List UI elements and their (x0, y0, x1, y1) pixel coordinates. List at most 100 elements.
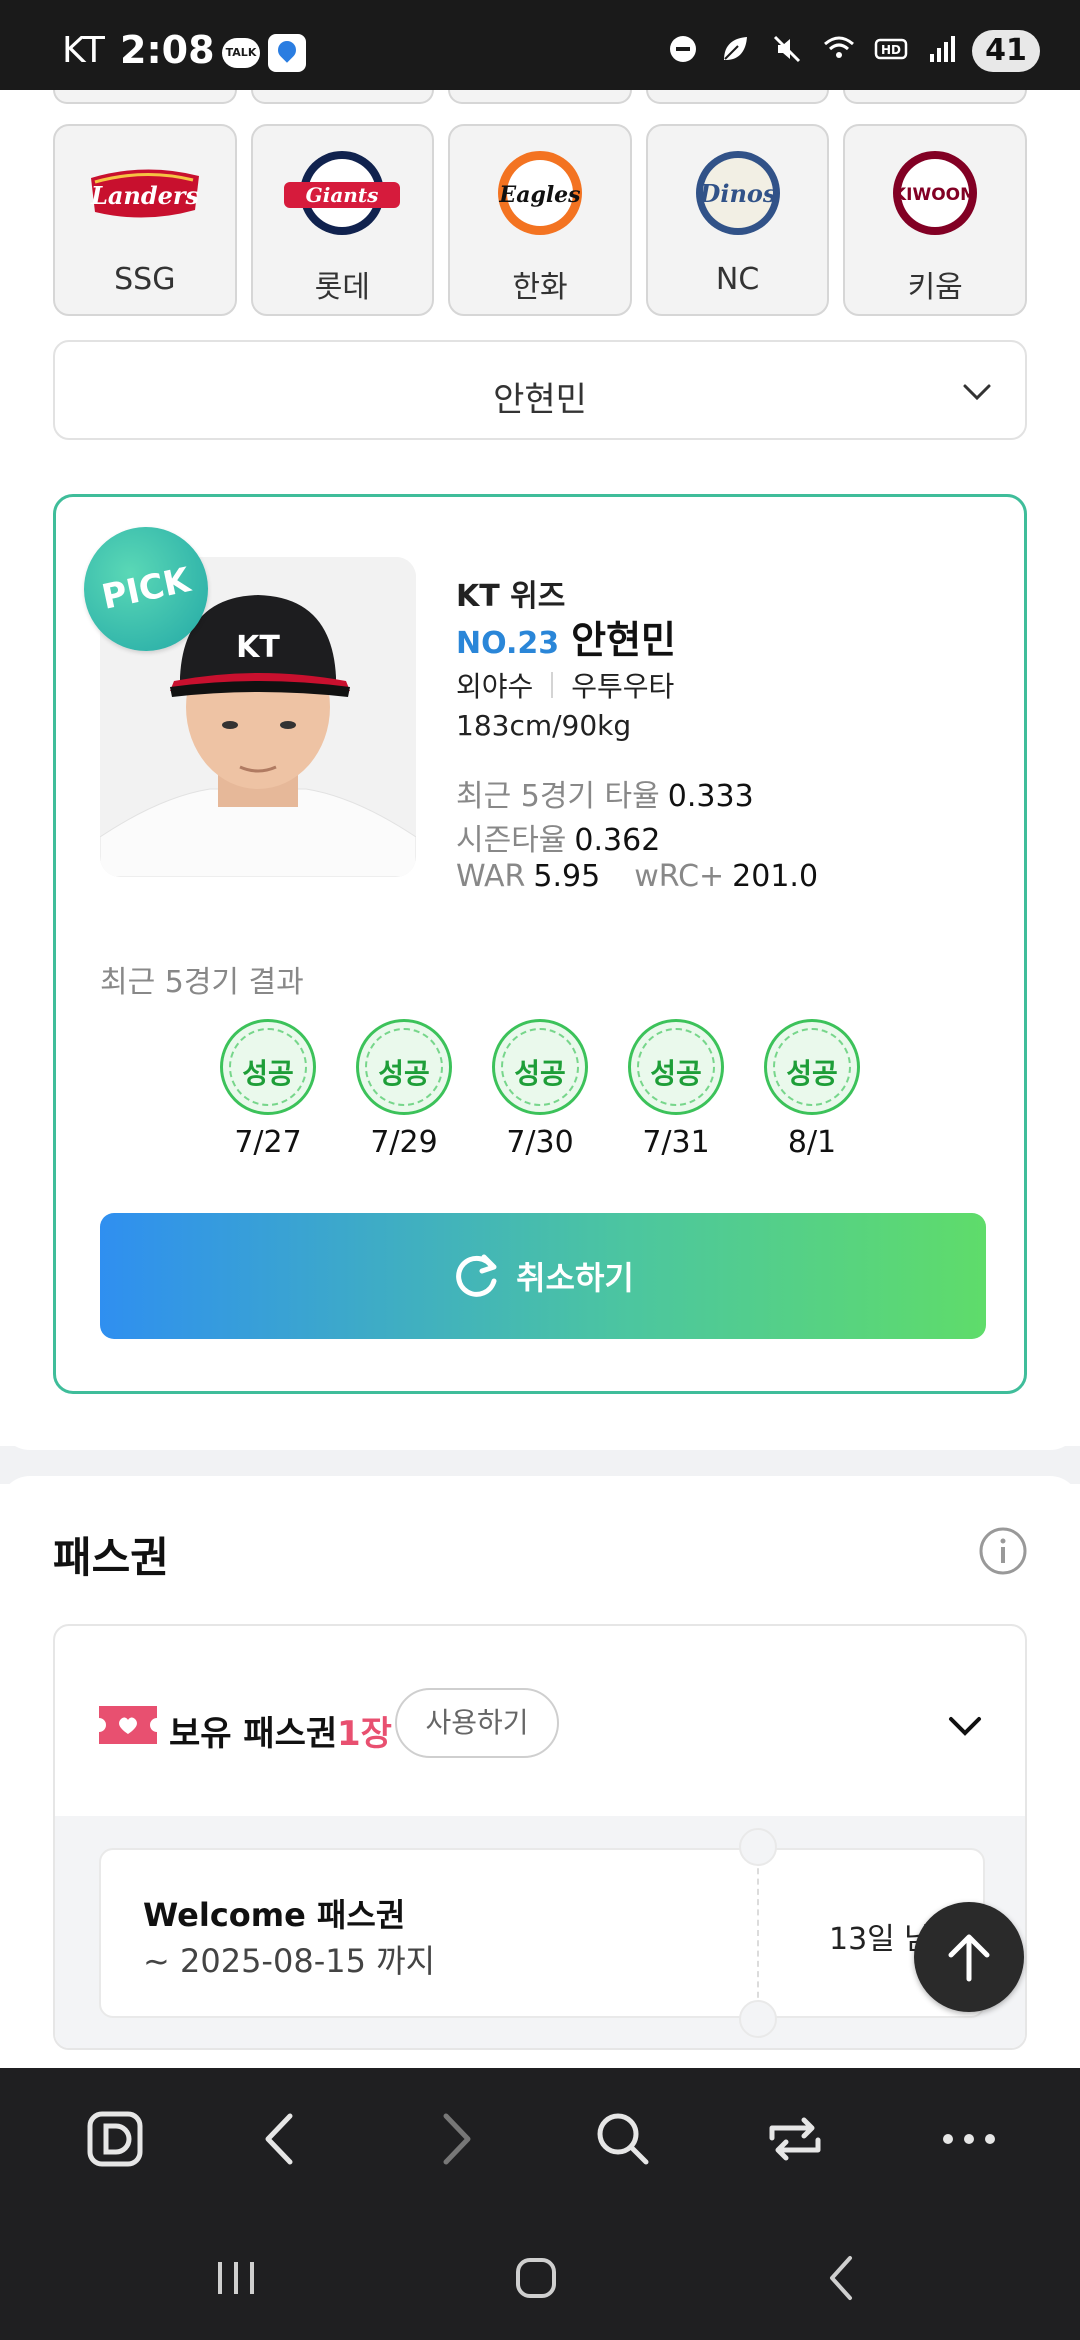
svg-text:Eagles: Eagles (498, 182, 580, 208)
result-label: 성공 (514, 1057, 566, 1090)
player-bat-throw: 우투우타 (571, 670, 675, 703)
section-start (0, 1476, 1080, 1516)
result-label: 성공 (242, 1057, 294, 1090)
pass-accordion-header[interactable]: 보유 패스권 1장 사용하기 (55, 1626, 1025, 1816)
player-position: 외야수 (456, 670, 534, 703)
cancel-button-label: 취소하기 (516, 1259, 634, 1297)
stat-season-avg: 시즌타율 0.362 (456, 815, 660, 859)
team-card-ssg[interactable]: Landers SSG (53, 124, 237, 316)
player-select-dropdown[interactable]: 안현민 (53, 340, 1027, 440)
clock: 2:08 (120, 28, 215, 72)
result-date: 8/1 (787, 1125, 837, 1160)
held-pass-label: 보유 패스권 (169, 1714, 338, 1754)
stat-label: WAR (456, 859, 526, 894)
cancel-pick-button[interactable]: 취소하기 (100, 1213, 986, 1339)
team-card-partial[interactable] (645, 90, 830, 104)
search-icon[interactable] (588, 2104, 658, 2174)
svg-text:Dinos: Dinos (698, 179, 776, 208)
player-number: NO.23 (456, 626, 560, 661)
result-item: 성공 7/31 (628, 1019, 724, 1160)
forward-icon[interactable] (420, 2104, 490, 2174)
stat-value: 0.333 (667, 779, 754, 814)
recent-apps-icon[interactable] (206, 2248, 266, 2308)
kiwoom-heroes-logo: KIWOOM (893, 151, 977, 235)
team-name: 키움 (907, 270, 963, 305)
team-card-nc[interactable]: Dinos NC (645, 124, 830, 316)
svg-text:KT: KT (236, 630, 280, 665)
battery-indicator: 41 (972, 30, 1040, 72)
result-label: 성공 (378, 1057, 430, 1090)
hd-icon: HD (874, 38, 908, 60)
team-name: 롯데 (314, 270, 370, 305)
result-date: 7/27 (234, 1125, 302, 1160)
stat-label: 시즌타율 (456, 823, 567, 858)
ticket-expiry: ~ 2025-08-15 까지 (143, 1942, 436, 1980)
ticket-notch (739, 2000, 777, 2038)
scroll-to-top-button[interactable] (914, 1902, 1024, 2012)
browser-home-icon[interactable] (80, 2104, 150, 2174)
result-label: 성공 (786, 1057, 838, 1090)
success-stamp-icon: 성공 (356, 1019, 452, 1115)
carrier-label: KT (62, 30, 105, 71)
more-icon[interactable] (934, 2104, 1004, 2174)
status-icons: HD (666, 32, 960, 66)
svg-text:HD: HD (881, 43, 901, 57)
ticket-notch (739, 1828, 777, 1866)
chevron-down-icon (963, 384, 991, 401)
stat-label: wRC+ (634, 859, 725, 894)
attribute-divider (551, 672, 554, 698)
signal-icon (930, 36, 955, 62)
team-card-partial[interactable] (53, 90, 237, 104)
result-item: 성공 7/27 (220, 1019, 316, 1160)
chevron-down-icon[interactable] (945, 1706, 985, 1746)
map-app-icon (268, 34, 306, 72)
ssg-landers-logo: Landers (90, 169, 200, 218)
success-stamp-icon: 성공 (628, 1019, 724, 1115)
mute-icon (773, 35, 801, 63)
team-card-partial[interactable] (448, 90, 632, 104)
player-body-size: 183cm/90kg (456, 709, 632, 742)
team-card-lotte[interactable]: Giants 롯데 (250, 124, 435, 316)
ticket-name: Welcome 패스권 (143, 1896, 406, 1934)
stat-recent5-avg: 최근 5경기 타율 0.333 (456, 771, 754, 815)
tabs-switch-icon[interactable] (760, 2104, 830, 2174)
arrow-up-icon (948, 1934, 990, 1982)
refresh-icon (456, 1254, 497, 1297)
result-date: 7/30 (506, 1125, 574, 1160)
result-date: 7/29 (370, 1125, 438, 1160)
hanwha-eagles-logo: Eagles (497, 151, 582, 235)
ticket-heart-icon (99, 1706, 157, 1744)
home-icon[interactable] (506, 2248, 566, 2308)
stat-value: 5.95 (533, 859, 601, 894)
success-stamp-icon: 성공 (492, 1019, 588, 1115)
team-card-partial[interactable] (250, 90, 435, 104)
lotte-giants-logo: Giants (284, 151, 401, 235)
info-icon[interactable] (978, 1526, 1028, 1576)
team-name: 한화 (512, 270, 568, 305)
section-end (0, 1410, 1080, 1450)
team-name: SSG (114, 262, 176, 297)
result-date: 7/31 (642, 1125, 710, 1160)
pick-card: KT PICK KT 위즈 NO.23 안현민 외야수 우투우타 183cm/9… (53, 494, 1027, 1394)
team-card-partial[interactable] (843, 90, 1027, 104)
pass-list: Welcome 패스권 ~ 2025-08-15 까지 13일 남음 (55, 1816, 1025, 2048)
use-pass-button[interactable]: 사용하기 (395, 1688, 559, 1758)
pass-box: 보유 패스권 1장 사용하기 Welcome 패스권 ~ 2025-08-15 … (53, 1624, 1027, 2050)
player-name: 안현민 (571, 618, 676, 662)
team-selector-row: Landers SSG Giants 롯데 Eagles 한화 Dinos NC (53, 124, 1027, 316)
team-card-kiwoom[interactable]: KIWOOM 키움 (843, 124, 1027, 316)
back-icon[interactable] (246, 2104, 316, 2174)
player-select-value: 안현민 (493, 380, 587, 420)
stat-label: 최근 5경기 타율 (456, 779, 660, 814)
stat-value: 201.0 (732, 859, 819, 894)
back-nav-icon[interactable] (812, 2248, 872, 2308)
svg-text:Landers: Landers (90, 181, 200, 210)
held-pass-count: 1장 (337, 1714, 392, 1754)
team-card-hanwha[interactable]: Eagles 한화 (448, 124, 632, 316)
pass-ticket[interactable]: Welcome 패스권 ~ 2025-08-15 까지 13일 남음 (99, 1828, 985, 2038)
nc-dinos-logo: Dinos (695, 151, 780, 235)
result-item: 성공 8/1 (764, 1019, 860, 1160)
ticket-perforation (757, 1858, 759, 2008)
dnd-icon (670, 36, 696, 62)
success-stamp-icon: 성공 (764, 1019, 860, 1115)
